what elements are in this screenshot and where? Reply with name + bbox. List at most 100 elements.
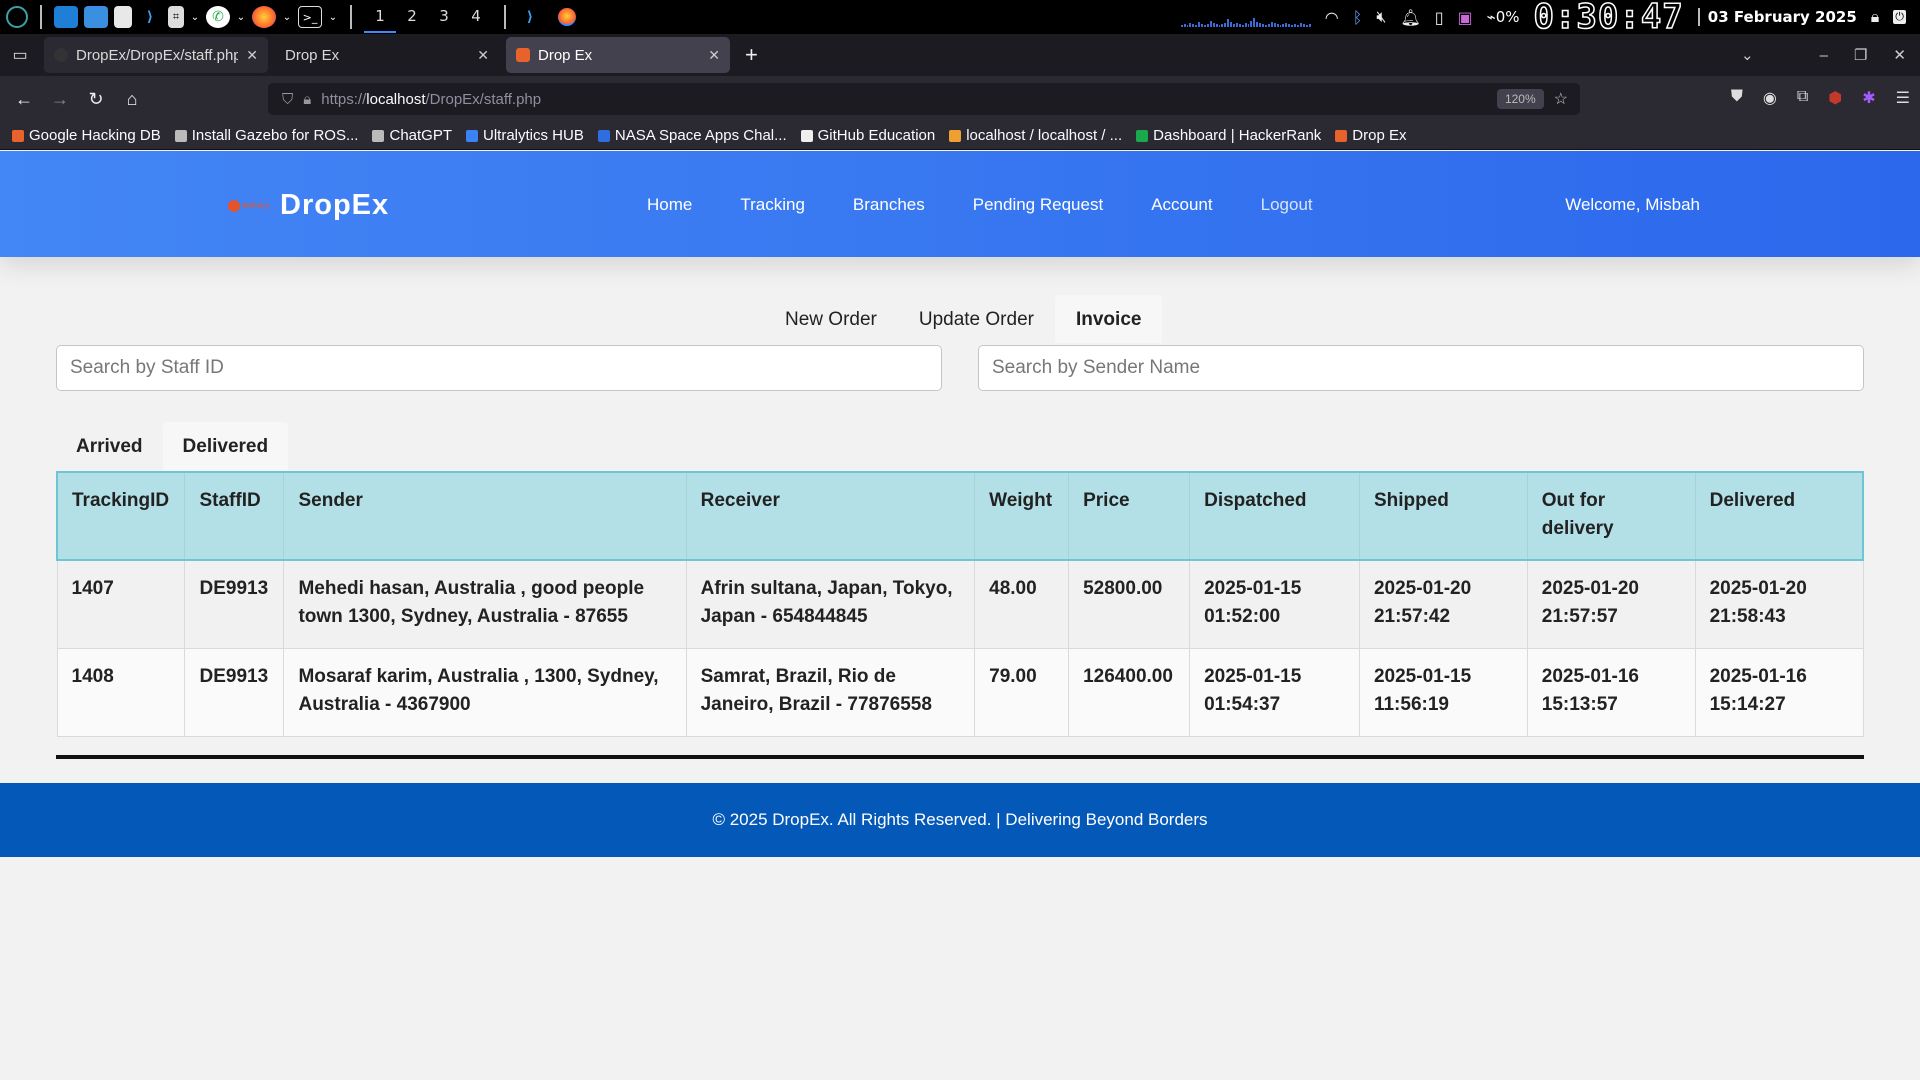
bookmark-item[interactable]: localhost / localhost / ... [949, 127, 1122, 144]
lock-icon[interactable]: 🔒︎ [1871, 7, 1880, 27]
extension-purple-icon[interactable]: ✱ [1862, 88, 1875, 108]
app-launcher-icon[interactable] [6, 6, 28, 28]
workspace-3[interactable]: 3 [428, 1, 460, 33]
column-header[interactable]: Sender [283, 471, 687, 561]
search-staff-id-input[interactable] [56, 345, 942, 391]
tab-arrived[interactable]: Arrived [56, 422, 163, 470]
bookmark-star-icon[interactable]: ☆ [1554, 89, 1568, 109]
whatsapp-icon[interactable]: ✆ [206, 6, 230, 28]
column-header[interactable]: Dispatched [1189, 471, 1360, 561]
minimize-icon[interactable]: – [1820, 47, 1828, 64]
graph-bar [1294, 24, 1296, 27]
chevron-down-icon[interactable]: ⌄ [282, 6, 292, 28]
bluetooth-icon[interactable]: ᛒ [1353, 8, 1363, 27]
home-icon[interactable]: ⌂ [114, 89, 150, 110]
tab-list-chevron-icon[interactable]: ⌄ [1741, 46, 1754, 64]
bookmark-label: Drop Ex [1352, 127, 1407, 144]
tab-update-order[interactable]: Update Order [898, 295, 1055, 343]
column-header[interactable]: StaffID [184, 471, 285, 561]
bookmark-item[interactable]: GitHub Education [800, 127, 935, 144]
graph-bar [1238, 24, 1241, 27]
bookmark-item[interactable]: Google Hacking DB [12, 127, 161, 144]
nav-tracking[interactable]: Tracking [740, 195, 805, 215]
menu-icon[interactable]: ☰ [1896, 88, 1910, 108]
text-editor-icon[interactable] [114, 6, 132, 28]
bookmark-item[interactable]: Ultralytics HUB [466, 127, 584, 144]
column-header[interactable]: TrackingID [56, 471, 186, 561]
vscode-window-icon[interactable]: ⟩ [518, 6, 542, 28]
chevron-down-icon[interactable]: ⌄ [190, 6, 200, 28]
bell-icon[interactable]: 🔔︎ [1400, 8, 1420, 27]
column-header[interactable]: Shipped [1358, 471, 1528, 561]
reload-icon[interactable]: ↻ [78, 89, 114, 110]
cell-receiver: Afrin sultana, Japan, Tokyo, Japan - 654… [685, 559, 976, 649]
ublock-icon[interactable]: ⬢ [1828, 88, 1842, 108]
search-sender-name-input[interactable] [978, 345, 1864, 391]
screenshot-icon[interactable]: ▣ [1458, 8, 1473, 27]
nav-branches[interactable]: Branches [853, 195, 925, 215]
zoom-level-button[interactable]: 120% [1496, 89, 1544, 109]
forward-arrow-icon[interactable]: → [42, 89, 78, 110]
vscode-icon[interactable]: ⟩ [138, 6, 162, 28]
nav-account[interactable]: Account [1151, 195, 1212, 215]
files-icon[interactable] [84, 6, 108, 28]
extensions-icon[interactable]: ⧉ [1797, 88, 1808, 108]
pocket-icon[interactable]: ⛊ [1731, 88, 1743, 108]
battery-icon: ⌁ [1486, 8, 1496, 26]
close-icon[interactable]: ✕ [246, 47, 258, 64]
chevron-down-icon[interactable]: ⌄ [236, 6, 246, 28]
clipboard-icon[interactable]: ▯ [1435, 8, 1444, 27]
brand[interactable]: delivery DropEx [228, 189, 389, 222]
restore-icon[interactable]: ❐ [1854, 46, 1867, 64]
table-row[interactable]: 1407 DE9913 Mehedi hasan, Australia , go… [56, 559, 1864, 649]
column-header[interactable]: Out for delivery [1526, 471, 1696, 561]
bookmark-item[interactable]: ChatGPT [372, 127, 452, 144]
window-close-icon[interactable]: ✕ [1893, 46, 1906, 64]
terminal-icon[interactable]: >_ [298, 6, 322, 28]
battery-indicator[interactable]: ⌁0% [1487, 8, 1520, 26]
new-tab-button[interactable]: + [733, 42, 770, 76]
workspace-4[interactable]: 4 [460, 1, 492, 33]
bookmark-item[interactable]: Dashboard | HackerRank [1136, 127, 1321, 144]
taskbar-separator [504, 5, 506, 29]
terminal-app-icon[interactable]: ⌗ [168, 6, 184, 28]
graph-bar [1291, 25, 1294, 27]
graph-bar [1203, 25, 1206, 27]
bookmark-item[interactable]: Install Gazebo for ROS... [174, 127, 358, 144]
column-header[interactable]: Price [1068, 471, 1191, 561]
nav-home[interactable]: Home [647, 195, 692, 215]
workspace-1[interactable]: 1 [364, 1, 396, 33]
power-icon[interactable]: ⏻ [1893, 10, 1906, 24]
desktop-icon[interactable] [54, 6, 78, 28]
close-icon[interactable]: ✕ [477, 47, 489, 64]
shield-icon[interactable]: ⛉ [282, 91, 293, 108]
tab-overview-button[interactable]: ▭ [0, 34, 40, 76]
lock-insecure-icon[interactable]: 🔒︎ [303, 91, 311, 108]
column-header[interactable]: Receiver [685, 471, 976, 561]
firefox-window-icon[interactable] [558, 8, 576, 26]
url-text[interactable]: https://localhost/DropEx/staff.php [321, 91, 541, 108]
tab-delivered[interactable]: Delivered [162, 422, 289, 470]
column-header[interactable]: Delivered [1694, 471, 1864, 561]
url-bar[interactable]: ⛉ 🔒︎ https://localhost/DropEx/staff.php … [268, 83, 1580, 115]
wifi-icon[interactable]: ◠ [1325, 8, 1339, 27]
account-icon[interactable]: ◉ [1763, 88, 1777, 108]
tab-new-order[interactable]: New Order [764, 295, 898, 343]
browser-tab-dropex-1[interactable]: Drop Ex ✕ [275, 37, 499, 73]
browser-tab-dropex-active[interactable]: Drop Ex ✕ [506, 37, 730, 73]
bookmark-item[interactable]: Drop Ex [1335, 127, 1406, 144]
workspace-2[interactable]: 2 [396, 1, 428, 33]
nav-pending-request[interactable]: Pending Request [973, 195, 1103, 215]
mute-icon[interactable]: 🔇︎ [1376, 7, 1386, 27]
table-row[interactable]: 1408 DE9913 Mosaraf karim, Australia , 1… [56, 647, 1864, 737]
back-arrow-icon[interactable]: ← [6, 89, 42, 110]
tab-invoice[interactable]: Invoice [1054, 295, 1163, 343]
close-icon[interactable]: ✕ [708, 47, 720, 64]
firefox-icon[interactable] [252, 6, 276, 28]
browser-tab-github[interactable]: DropEx/DropEx/staff.php ✕ [44, 37, 268, 73]
chevron-down-icon[interactable]: ⌄ [328, 6, 338, 28]
window-tabs-icon: ▭ [12, 47, 28, 64]
column-header[interactable]: Weight [974, 471, 1070, 561]
bookmark-item[interactable]: NASA Space Apps Chal... [597, 127, 787, 144]
nav-logout[interactable]: Logout [1261, 195, 1313, 215]
